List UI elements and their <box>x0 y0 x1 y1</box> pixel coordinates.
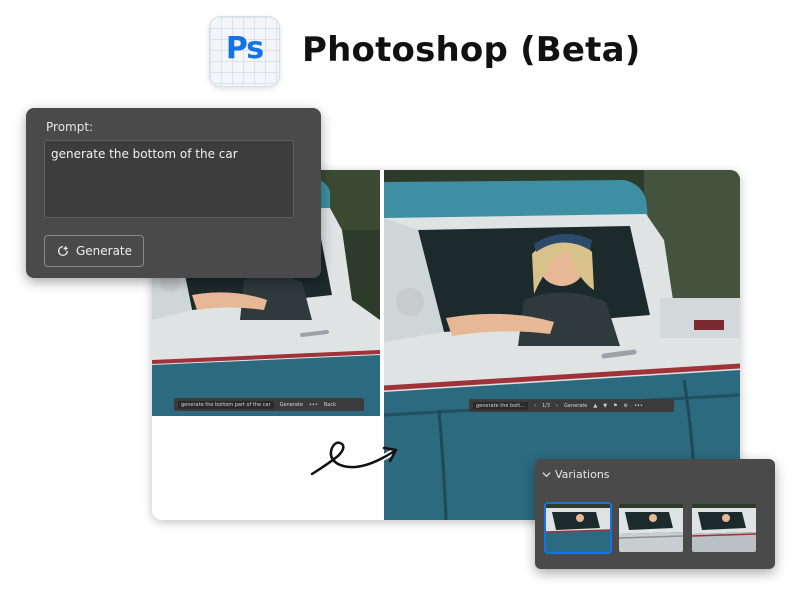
chevron-down-icon[interactable] <box>542 470 551 479</box>
after-prompt-field[interactable]: generate the bott... <box>473 401 528 410</box>
more-options-icon[interactable]: ••• <box>634 403 643 409</box>
variation-thumbnail-3[interactable] <box>692 504 756 552</box>
variation-counter: 1/3 <box>541 402 551 409</box>
prev-variation-icon[interactable]: ‹ <box>534 403 536 409</box>
more-icon[interactable]: ••• <box>309 402 318 408</box>
variations-panel: Variations <box>535 459 775 569</box>
flag-icon[interactable]: ⚑ <box>613 403 617 409</box>
app-title: Photoshop (Beta) <box>302 30 641 70</box>
variation-thumbnail-2[interactable] <box>619 504 683 552</box>
prompt-input[interactable]: generate the bottom of the car <box>44 140 294 218</box>
before-generate-button[interactable]: Generate <box>280 402 303 408</box>
settings-icon[interactable]: ⚙ <box>624 403 628 409</box>
transition-arrow-icon <box>309 439 398 477</box>
thumbs-down-icon[interactable]: ▼ <box>603 403 607 409</box>
back-button[interactable]: Back <box>324 402 336 408</box>
prompt-panel: Prompt: generate the bottom of the car G… <box>26 108 321 278</box>
prompt-label: Prompt: <box>46 120 94 134</box>
after-generate-bar: generate the bott... ‹ 1/3 › Generate ▲ … <box>469 399 674 412</box>
generate-button[interactable]: Generate <box>44 235 144 267</box>
before-generate-bar: generate the bottom part of the car Gene… <box>174 398 364 411</box>
after-generate-button[interactable]: Generate <box>564 403 587 409</box>
logo-text: Ps <box>225 31 264 66</box>
next-variation-icon[interactable]: › <box>556 403 558 409</box>
thumbs-up-icon[interactable]: ▲ <box>593 403 597 409</box>
before-prompt-field[interactable]: generate the bottom part of the car <box>178 400 274 409</box>
variations-title: Variations <box>555 468 610 481</box>
generate-sparkle-icon <box>57 245 69 257</box>
photoshop-logo: Ps <box>209 16 280 87</box>
variation-thumbnail-1[interactable] <box>544 502 612 554</box>
generate-button-label: Generate <box>75 244 133 258</box>
